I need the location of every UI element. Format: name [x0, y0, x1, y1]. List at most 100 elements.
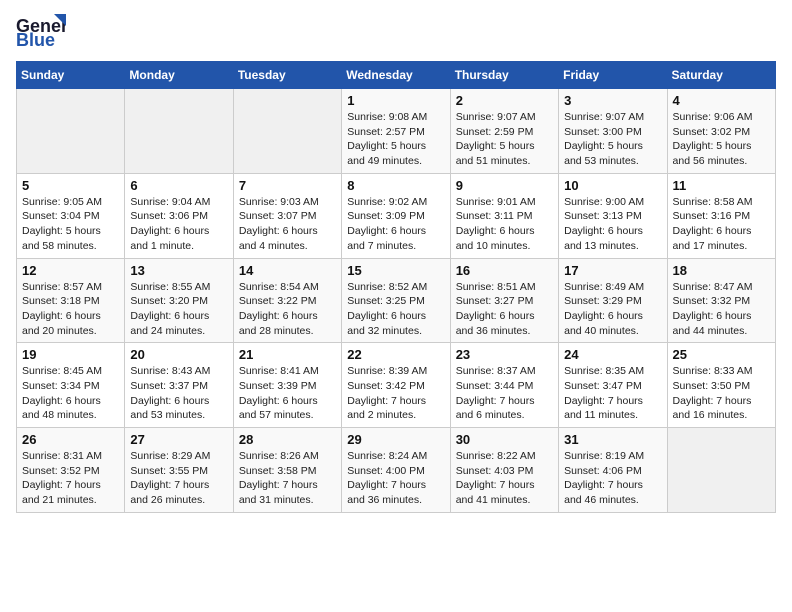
- calendar-cell: 6 Sunrise: 9:04 AMSunset: 3:06 PMDaylight…: [125, 173, 233, 258]
- day-number: 8: [347, 178, 444, 193]
- day-info: Sunrise: 8:26 AMSunset: 3:58 PMDaylight:…: [239, 449, 336, 508]
- day-number: 7: [239, 178, 336, 193]
- day-number: 18: [673, 263, 770, 278]
- calendar-cell: [667, 428, 775, 513]
- day-info: Sunrise: 8:39 AMSunset: 3:42 PMDaylight:…: [347, 364, 444, 423]
- day-number: 6: [130, 178, 227, 193]
- week-row-1: 1Sunrise: 9:08 AMSunset: 2:57 PMDaylight…: [17, 89, 776, 174]
- day-info: Sunrise: 8:54 AMSunset: 3:22 PMDaylight:…: [239, 280, 336, 339]
- day-info: Sunrise: 8:51 AMSunset: 3:27 PMDaylight:…: [456, 280, 553, 339]
- day-info: Sunrise: 9:05 AMSunset: 3:04 PMDaylight:…: [22, 195, 119, 254]
- calendar-cell: 25Sunrise: 8:33 AMSunset: 3:50 PMDayligh…: [667, 343, 775, 428]
- calendar-cell: 8Sunrise: 9:02 AMSunset: 3:09 PMDaylight…: [342, 173, 450, 258]
- day-info: Sunrise: 8:55 AMSunset: 3:20 PMDaylight:…: [130, 280, 227, 339]
- logo: General Blue: [16, 10, 66, 55]
- calendar-cell: 9Sunrise: 9:01 AMSunset: 3:11 PMDaylight…: [450, 173, 558, 258]
- calendar-cell: 27 Sunrise: 8:29 AMSunset: 3:55 PMDayligh…: [125, 428, 233, 513]
- calendar-cell: 1Sunrise: 9:08 AMSunset: 2:57 PMDaylight…: [342, 89, 450, 174]
- day-info: Sunrise: 9:00 AMSunset: 3:13 PMDaylight:…: [564, 195, 661, 254]
- calendar-cell: 3Sunrise: 9:07 AMSunset: 3:00 PMDaylight…: [559, 89, 667, 174]
- day-number: 16: [456, 263, 553, 278]
- calendar-cell: 15 Sunrise: 8:52 AMSunset: 3:25 PMDayligh…: [342, 258, 450, 343]
- calendar-cell: 30 Sunrise: 8:22 AMSunset: 4:03 PMDayligh…: [450, 428, 558, 513]
- day-info: Sunrise: 8:33 AMSunset: 3:50 PMDaylight:…: [673, 364, 770, 423]
- week-row-5: 26Sunrise: 8:31 AMSunset: 3:52 PMDayligh…: [17, 428, 776, 513]
- day-info: Sunrise: 8:37 AMSunset: 3:44 PMDaylight:…: [456, 364, 553, 423]
- calendar-cell: 13Sunrise: 8:55 AMSunset: 3:20 PMDayligh…: [125, 258, 233, 343]
- day-info: Sunrise: 8:35 AMSunset: 3:47 PMDaylight:…: [564, 364, 661, 423]
- page-container: General Blue SundayMondayTuesdayWednesda…: [0, 0, 792, 523]
- day-info: Sunrise: 8:24 AMSunset: 4:00 PMDaylight:…: [347, 449, 444, 508]
- calendar-header-row: SundayMondayTuesdayWednesdayThursdayFrid…: [17, 62, 776, 89]
- header: General Blue: [16, 10, 776, 55]
- day-number: 3: [564, 93, 661, 108]
- calendar-cell: 12Sunrise: 8:57 AMSunset: 3:18 PMDayligh…: [17, 258, 125, 343]
- week-row-4: 19Sunrise: 8:45 AMSunset: 3:34 PMDayligh…: [17, 343, 776, 428]
- calendar-body: 1Sunrise: 9:08 AMSunset: 2:57 PMDaylight…: [17, 89, 776, 513]
- day-number: 11: [673, 178, 770, 193]
- day-header-tuesday: Tuesday: [233, 62, 341, 89]
- day-header-monday: Monday: [125, 62, 233, 89]
- day-info: Sunrise: 8:45 AMSunset: 3:34 PMDaylight:…: [22, 364, 119, 423]
- day-info: Sunrise: 8:58 AMSunset: 3:16 PMDaylight:…: [673, 195, 770, 254]
- day-number: 28: [239, 432, 336, 447]
- day-number: 15: [347, 263, 444, 278]
- day-number: 31: [564, 432, 661, 447]
- week-row-3: 12Sunrise: 8:57 AMSunset: 3:18 PMDayligh…: [17, 258, 776, 343]
- day-info: Sunrise: 9:03 AMSunset: 3:07 PMDaylight:…: [239, 195, 336, 254]
- calendar-cell: 11 Sunrise: 8:58 AMSunset: 3:16 PMDayligh…: [667, 173, 775, 258]
- calendar-cell: 7 Sunrise: 9:03 AMSunset: 3:07 PMDaylight…: [233, 173, 341, 258]
- day-number: 10: [564, 178, 661, 193]
- calendar-cell: 31 Sunrise: 8:19 AMSunset: 4:06 PMDayligh…: [559, 428, 667, 513]
- calendar-cell: [17, 89, 125, 174]
- day-info: Sunrise: 8:47 AMSunset: 3:32 PMDaylight:…: [673, 280, 770, 339]
- day-info: Sunrise: 8:49 AMSunset: 3:29 PMDaylight:…: [564, 280, 661, 339]
- day-number: 4: [673, 93, 770, 108]
- calendar-cell: 17Sunrise: 8:49 AMSunset: 3:29 PMDayligh…: [559, 258, 667, 343]
- calendar-cell: 24 Sunrise: 8:35 AMSunset: 3:47 PMDayligh…: [559, 343, 667, 428]
- day-info: Sunrise: 9:07 AMSunset: 2:59 PMDaylight:…: [456, 110, 553, 169]
- day-info: Sunrise: 8:43 AMSunset: 3:37 PMDaylight:…: [130, 364, 227, 423]
- calendar-cell: [233, 89, 341, 174]
- calendar-cell: 4 Sunrise: 9:06 AMSunset: 3:02 PMDaylight…: [667, 89, 775, 174]
- svg-text:Blue: Blue: [16, 30, 55, 50]
- day-number: 2: [456, 93, 553, 108]
- calendar-cell: 16 Sunrise: 8:51 AMSunset: 3:27 PMDayligh…: [450, 258, 558, 343]
- day-number: 30: [456, 432, 553, 447]
- calendar-cell: 19Sunrise: 8:45 AMSunset: 3:34 PMDayligh…: [17, 343, 125, 428]
- calendar-cell: [125, 89, 233, 174]
- calendar-table: SundayMondayTuesdayWednesdayThursdayFrid…: [16, 61, 776, 513]
- day-info: Sunrise: 8:22 AMSunset: 4:03 PMDaylight:…: [456, 449, 553, 508]
- day-header-wednesday: Wednesday: [342, 62, 450, 89]
- day-info: Sunrise: 9:06 AMSunset: 3:02 PMDaylight:…: [673, 110, 770, 169]
- day-info: Sunrise: 8:41 AMSunset: 3:39 PMDaylight:…: [239, 364, 336, 423]
- calendar-cell: 5Sunrise: 9:05 AMSunset: 3:04 PMDaylight…: [17, 173, 125, 258]
- calendar-cell: 20Sunrise: 8:43 AMSunset: 3:37 PMDayligh…: [125, 343, 233, 428]
- logo-icon: General Blue: [16, 10, 66, 55]
- day-info: Sunrise: 8:31 AMSunset: 3:52 PMDaylight:…: [22, 449, 119, 508]
- day-number: 24: [564, 347, 661, 362]
- day-number: 23: [456, 347, 553, 362]
- week-row-2: 5Sunrise: 9:05 AMSunset: 3:04 PMDaylight…: [17, 173, 776, 258]
- day-number: 27: [130, 432, 227, 447]
- day-header-friday: Friday: [559, 62, 667, 89]
- day-number: 14: [239, 263, 336, 278]
- day-number: 1: [347, 93, 444, 108]
- calendar-cell: 29Sunrise: 8:24 AMSunset: 4:00 PMDayligh…: [342, 428, 450, 513]
- day-info: Sunrise: 8:19 AMSunset: 4:06 PMDaylight:…: [564, 449, 661, 508]
- calendar-cell: 22 Sunrise: 8:39 AMSunset: 3:42 PMDayligh…: [342, 343, 450, 428]
- day-info: Sunrise: 8:57 AMSunset: 3:18 PMDaylight:…: [22, 280, 119, 339]
- day-info: Sunrise: 9:04 AMSunset: 3:06 PMDaylight:…: [130, 195, 227, 254]
- calendar-cell: 14 Sunrise: 8:54 AMSunset: 3:22 PMDayligh…: [233, 258, 341, 343]
- day-header-thursday: Thursday: [450, 62, 558, 89]
- calendar-cell: 2 Sunrise: 9:07 AMSunset: 2:59 PMDaylight…: [450, 89, 558, 174]
- day-info: Sunrise: 8:52 AMSunset: 3:25 PMDaylight:…: [347, 280, 444, 339]
- calendar-cell: 26Sunrise: 8:31 AMSunset: 3:52 PMDayligh…: [17, 428, 125, 513]
- calendar-cell: 10 Sunrise: 9:00 AMSunset: 3:13 PMDayligh…: [559, 173, 667, 258]
- day-number: 22: [347, 347, 444, 362]
- day-header-sunday: Sunday: [17, 62, 125, 89]
- day-info: Sunrise: 9:01 AMSunset: 3:11 PMDaylight:…: [456, 195, 553, 254]
- day-info: Sunrise: 8:29 AMSunset: 3:55 PMDaylight:…: [130, 449, 227, 508]
- calendar-cell: 21Sunrise: 8:41 AMSunset: 3:39 PMDayligh…: [233, 343, 341, 428]
- calendar-cell: 18 Sunrise: 8:47 AMSunset: 3:32 PMDayligh…: [667, 258, 775, 343]
